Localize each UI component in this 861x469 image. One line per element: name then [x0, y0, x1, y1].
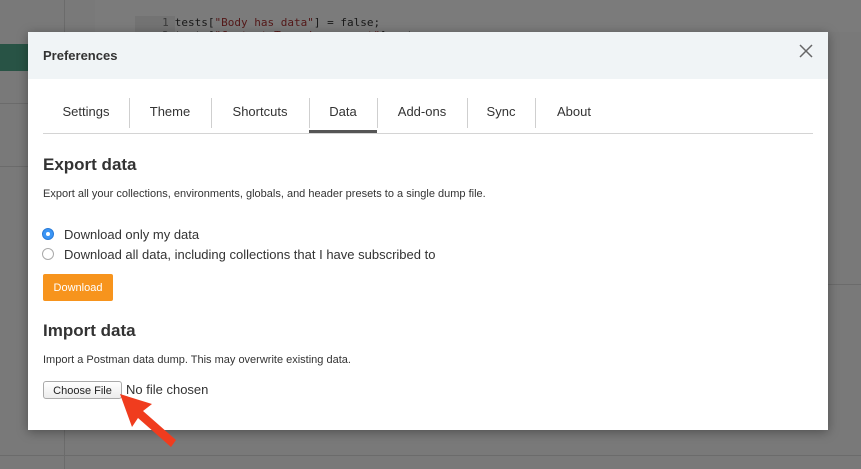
import-description: Import a Postman data dump. This may ove…: [43, 354, 351, 366]
modal-header: Preferences: [28, 32, 828, 79]
tab-data[interactable]: Data: [309, 96, 377, 133]
export-description: Export all your collections, environment…: [43, 188, 486, 200]
tab-sync[interactable]: Sync: [467, 96, 535, 128]
import-title: Import data: [43, 321, 136, 340]
preferences-modal: Preferences Settings Theme Shortcuts Dat…: [28, 32, 828, 430]
modal-title: Preferences: [43, 48, 118, 63]
tab-bar: Settings Theme Shortcuts Data Add-ons Sy…: [43, 96, 813, 134]
export-option-my-data[interactable]: Download only my data: [42, 225, 199, 243]
tab-settings[interactable]: Settings: [43, 96, 129, 128]
radio-unchecked-icon[interactable]: [42, 248, 54, 260]
radio-checked-icon[interactable]: [42, 228, 54, 240]
tab-theme[interactable]: Theme: [129, 96, 211, 128]
red-arrow-icon: [120, 394, 176, 447]
export-title: Export data: [43, 155, 137, 174]
export-option-all-data[interactable]: Download all data, including collections…: [42, 245, 435, 263]
tab-add-ons[interactable]: Add-ons: [377, 96, 467, 128]
download-button[interactable]: Download: [43, 274, 113, 301]
close-button[interactable]: [796, 41, 816, 61]
close-icon: [799, 44, 813, 58]
radio-label: Download only my data: [64, 226, 200, 242]
choose-file-button[interactable]: Choose File: [43, 381, 122, 399]
tab-about[interactable]: About: [535, 96, 613, 128]
tab-shortcuts[interactable]: Shortcuts: [211, 96, 309, 128]
radio-label: Download all data, including collections…: [64, 246, 436, 262]
